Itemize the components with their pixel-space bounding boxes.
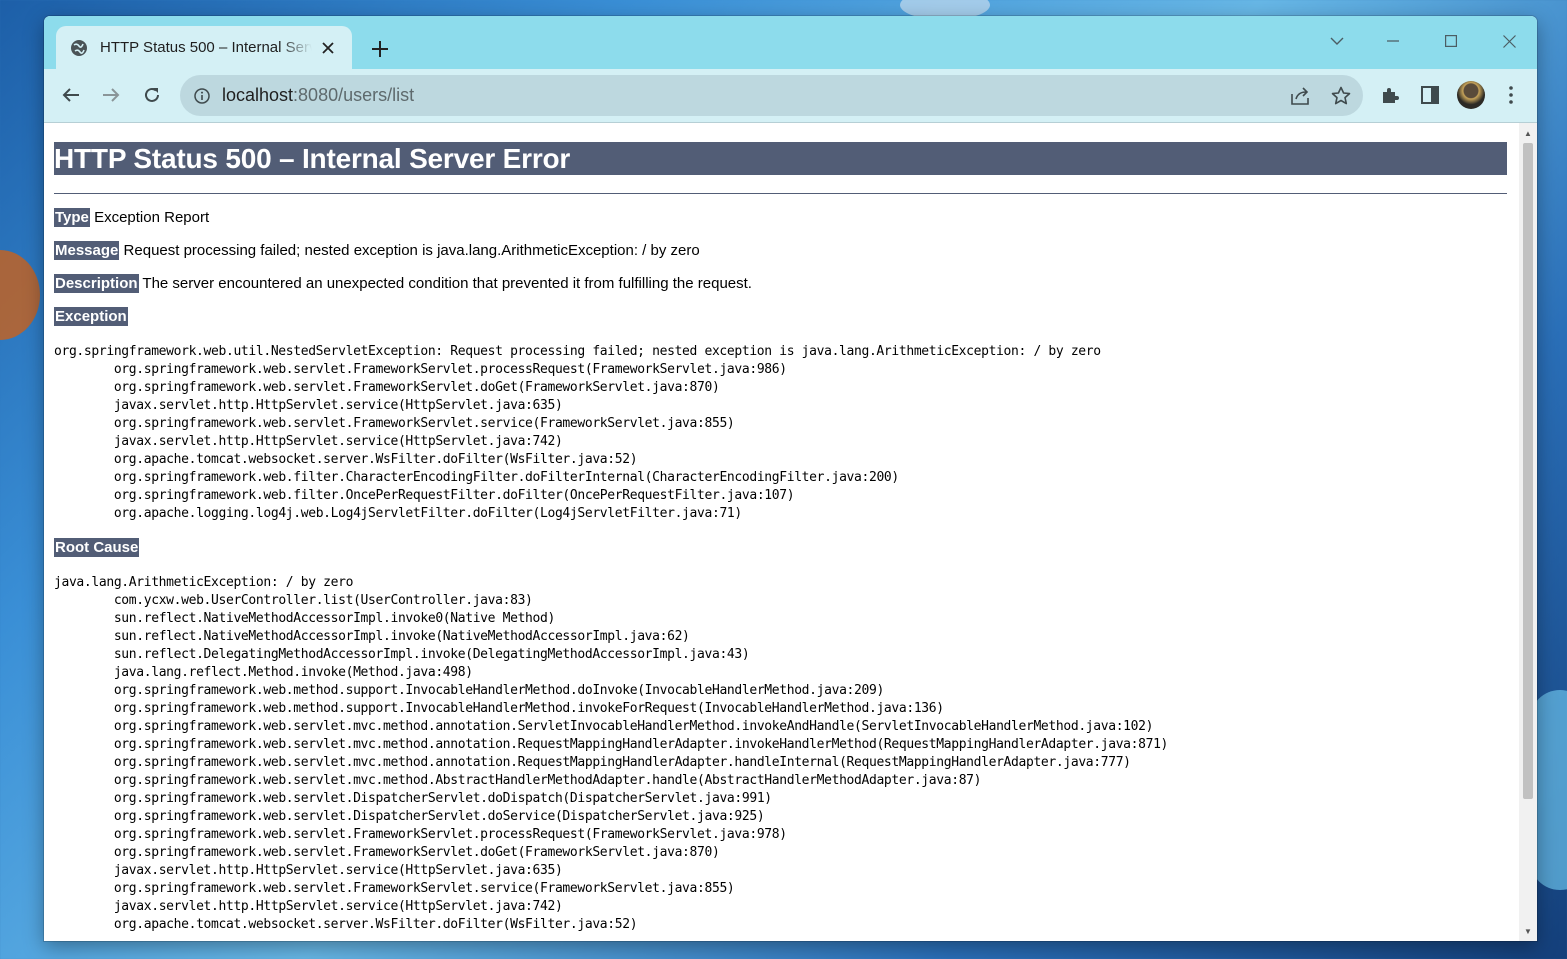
share-icon[interactable]	[1286, 81, 1316, 111]
description-label: Description	[54, 274, 139, 293]
message-value: Request processing failed; nested except…	[123, 242, 700, 259]
error-heading: HTTP Status 500 – Internal Server Error	[54, 142, 1507, 175]
profile-avatar[interactable]	[1457, 81, 1485, 109]
title-bar: HTTP Status 500 – Internal Server Error	[44, 16, 1537, 69]
close-tab-icon[interactable]	[318, 38, 338, 58]
minimize-button[interactable]	[1378, 26, 1408, 56]
close-window-button[interactable]	[1494, 26, 1524, 56]
maximize-button[interactable]	[1436, 26, 1466, 56]
extensions-puzzle-icon[interactable]	[1375, 80, 1405, 110]
vertical-scrollbar[interactable]: ▲ ▼	[1519, 123, 1537, 941]
tab-title: HTTP Status 500 – Internal Server Error	[100, 39, 312, 56]
tab-search-chevron-icon[interactable]	[1322, 26, 1352, 56]
exception-label: Exception	[54, 307, 128, 326]
scroll-down-arrow-icon[interactable]: ▼	[1519, 923, 1537, 939]
scroll-up-arrow-icon[interactable]: ▲	[1519, 125, 1537, 141]
root-cause-heading-row: Root Cause	[54, 538, 140, 557]
message-row: Message Request processing failed; neste…	[54, 241, 700, 260]
reload-button[interactable]	[137, 80, 167, 110]
type-value: Exception Report	[94, 209, 210, 226]
exception-stack-trace: org.springframework.web.util.NestedServl…	[54, 344, 1101, 521]
exception-heading-row: Exception	[54, 307, 128, 326]
browser-toolbar: localhost:8080/users/list	[44, 69, 1537, 123]
wallpaper-shape	[0, 250, 40, 340]
page-content: HTTP Status 500 – Internal Server Error …	[44, 123, 1519, 941]
browser-window: HTTP Status 500 – Internal Server Error	[44, 16, 1537, 941]
side-panel-icon[interactable]	[1415, 80, 1445, 110]
type-label: Type	[54, 208, 90, 227]
url-path: :8080/users/list	[293, 85, 415, 105]
root-cause-label: Root Cause	[54, 538, 140, 557]
divider	[54, 193, 1507, 194]
browser-tab[interactable]: HTTP Status 500 – Internal Server Error	[56, 26, 352, 69]
globe-icon	[70, 39, 88, 57]
address-bar[interactable]: localhost:8080/users/list	[180, 75, 1363, 116]
back-button[interactable]	[56, 80, 86, 110]
scrollbar-thumb[interactable]	[1523, 143, 1533, 799]
url-text: localhost:8080/users/list	[222, 85, 414, 106]
message-label: Message	[54, 241, 120, 260]
description-row: Description The server encountered an un…	[54, 274, 752, 293]
site-info-icon[interactable]	[192, 86, 212, 106]
root-cause-stack-trace: java.lang.ArithmeticException: / by zero…	[54, 575, 1169, 932]
url-host: localhost	[222, 85, 294, 105]
bookmark-star-icon[interactable]	[1326, 81, 1356, 111]
forward-button[interactable]	[96, 80, 126, 110]
description-value: The server encountered an unexpected con…	[142, 275, 752, 292]
menu-kebab-icon[interactable]	[1496, 80, 1526, 110]
type-row: Type Exception Report	[54, 208, 210, 227]
new-tab-button[interactable]	[366, 35, 394, 63]
